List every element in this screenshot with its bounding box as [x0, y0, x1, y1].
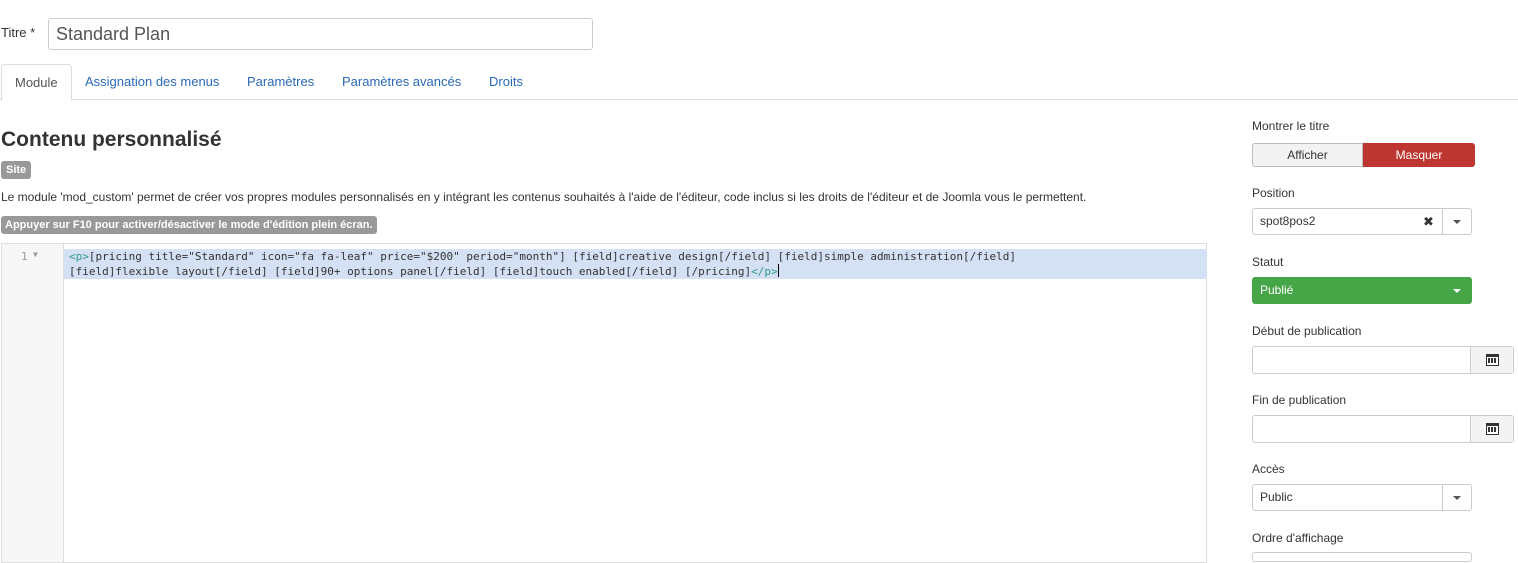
- status-dropdown-toggle[interactable]: [1442, 278, 1471, 303]
- tab-module[interactable]: Module: [1, 64, 72, 101]
- hide-button[interactable]: Masquer: [1363, 143, 1475, 167]
- tab-parameters[interactable]: Paramètres: [234, 64, 327, 100]
- position-select[interactable]: spot8pos2 ✖: [1252, 208, 1472, 235]
- status-label: Statut: [1252, 255, 1284, 269]
- tab-advanced-parameters[interactable]: Paramètres avancés: [329, 64, 474, 100]
- calendar-icon: [1485, 423, 1499, 435]
- chevron-down-icon: [1453, 495, 1461, 500]
- show-title-toggle: Afficher Masquer: [1252, 143, 1475, 167]
- publish-down-calendar-button[interactable]: [1470, 416, 1513, 442]
- show-title-label: Montrer le titre: [1252, 119, 1330, 133]
- fullscreen-hint-badge: Appuyer sur F10 pour activer/désactiver …: [1, 216, 377, 234]
- module-description: Le module 'mod_custom' permet de créer v…: [1, 190, 1087, 204]
- code-editor[interactable]: 1 ▼ <p>[pricing title="Standard" icon="f…: [1, 243, 1207, 563]
- show-button[interactable]: Afficher: [1252, 143, 1363, 167]
- text-cursor: [777, 264, 779, 277]
- ordering-label: Ordre d'affichage: [1252, 531, 1344, 545]
- code-content[interactable]: <p>[pricing title="Standard" icon="fa fa…: [69, 249, 1016, 279]
- access-select[interactable]: Public: [1252, 484, 1472, 511]
- tab-permissions[interactable]: Droits: [476, 64, 536, 100]
- line-number: 1: [21, 250, 28, 263]
- code-open-tag: <p>: [69, 250, 89, 263]
- chevron-down-icon: [1452, 288, 1461, 293]
- position-dropdown-toggle[interactable]: [1442, 209, 1471, 234]
- code-line-2: [field]flexible layout[/field] [field]90…: [69, 265, 752, 278]
- access-label: Accès: [1252, 462, 1285, 476]
- editor-gutter: 1 ▼: [2, 244, 64, 562]
- tab-bar: Module Assignation des menus Paramètres …: [0, 64, 1518, 101]
- module-heading: Contenu personnalisé: [1, 128, 222, 151]
- site-badge: Site: [1, 161, 32, 179]
- tab-menu-assignment[interactable]: Assignation des menus: [72, 64, 232, 100]
- publish-up-calendar-button[interactable]: [1470, 347, 1513, 373]
- title-input[interactable]: Standard Plan: [48, 18, 593, 50]
- status-value: Publié: [1260, 283, 1294, 297]
- code-line-1: [pricing title="Standard" icon="fa fa-le…: [88, 250, 1017, 263]
- publish-down-label: Fin de publication: [1252, 393, 1347, 407]
- clear-icon[interactable]: ✖: [1423, 209, 1434, 234]
- title-input-value: Standard Plan: [56, 23, 171, 44]
- access-dropdown-toggle[interactable]: [1442, 485, 1471, 510]
- publish-down-field[interactable]: [1252, 415, 1514, 443]
- ordering-select[interactable]: [1252, 552, 1472, 562]
- calendar-icon: [1485, 354, 1499, 366]
- position-value: spot8pos2: [1260, 214, 1316, 228]
- position-label: Position: [1252, 186, 1295, 200]
- code-close-tag: </p>: [751, 265, 778, 278]
- fold-arrow-icon[interactable]: ▼: [33, 250, 38, 259]
- status-select[interactable]: Publié: [1252, 277, 1472, 304]
- chevron-down-icon: [1453, 219, 1461, 224]
- title-label: Titre *: [1, 25, 36, 40]
- access-value: Public: [1260, 490, 1293, 504]
- publish-up-label: Début de publication: [1252, 324, 1362, 338]
- publish-up-field[interactable]: [1252, 346, 1514, 374]
